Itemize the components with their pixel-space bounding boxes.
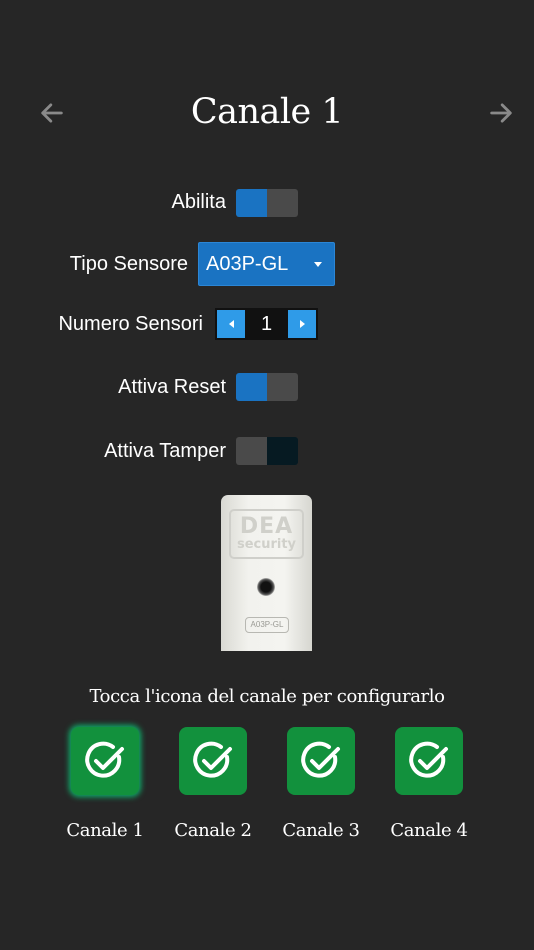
arrow-right-icon — [490, 103, 512, 123]
tamper-switch[interactable] — [236, 437, 298, 465]
sensor-count-value: 1 — [260, 312, 273, 335]
channel-4-label: Canale 4 — [390, 820, 468, 841]
channel-3-button[interactable] — [287, 727, 355, 795]
sensor-type-value: A03P-GL — [206, 252, 289, 275]
tamper-label: Attiva Tamper — [104, 440, 226, 462]
reset-switch[interactable] — [236, 373, 298, 401]
channel-1-label: Canale 1 — [66, 820, 144, 841]
sensor-image: DEA security A03P-GL — [221, 495, 312, 651]
switch-thumb — [267, 373, 298, 401]
switch-track-left — [236, 189, 267, 217]
channel-2-button[interactable] — [179, 727, 247, 795]
channel-hint: Tocca l'icona del canale per configurarl… — [89, 686, 445, 707]
enable-label: Abilita — [171, 191, 226, 213]
check-circle-icon — [85, 741, 124, 778]
sensor-count-label: Numero Sensori — [58, 313, 203, 335]
increment-button[interactable] — [288, 310, 316, 338]
switch-track-right — [267, 437, 298, 465]
sensor-count-stepper: 1 — [215, 308, 318, 340]
channel-2-label: Canale 2 — [174, 820, 252, 841]
next-channel-button[interactable] — [485, 97, 517, 129]
decrement-button[interactable] — [217, 310, 245, 338]
channel-4-button[interactable] — [395, 727, 463, 795]
sensor-lens — [257, 578, 275, 596]
caret-down-icon — [314, 261, 322, 267]
switch-thumb — [267, 189, 298, 217]
enable-switch[interactable] — [236, 189, 298, 217]
check-circle-icon — [193, 741, 232, 778]
check-circle-icon — [301, 741, 340, 778]
switch-thumb — [236, 437, 267, 465]
channel-1-button[interactable] — [71, 727, 139, 795]
brand-logo-subtext: security — [236, 537, 297, 552]
sensor-model-tag: A03P-GL — [245, 617, 289, 633]
caret-right-icon — [299, 320, 305, 328]
switch-track-left — [236, 373, 267, 401]
sensor-type-dropdown[interactable]: A03P-GL — [198, 242, 335, 286]
sensor-type-label: Tipo Sensore — [69, 253, 188, 275]
page-title: Canale 1 — [190, 92, 344, 132]
reset-label: Attiva Reset — [118, 376, 226, 398]
caret-left-icon — [228, 320, 234, 328]
brand-logo-text: DEA — [239, 514, 294, 539]
brand-logo: DEA security — [229, 509, 304, 559]
check-circle-icon — [409, 741, 448, 778]
channel-3-label: Canale 3 — [282, 820, 360, 841]
